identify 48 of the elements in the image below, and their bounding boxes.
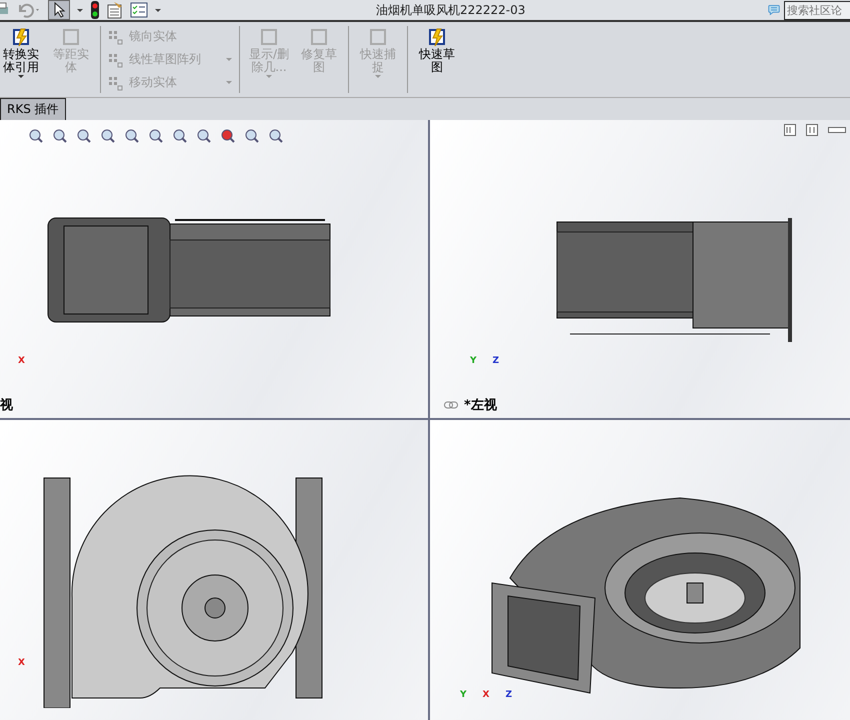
link-icon [444, 401, 458, 409]
axis-label: X [18, 356, 25, 366]
tool-icon [367, 26, 389, 48]
tool-icon [60, 26, 82, 48]
select-button[interactable] [48, 0, 70, 20]
axis-label: Z [505, 690, 512, 700]
maximize-view-icon[interactable] [806, 124, 818, 136]
tool-icon [258, 26, 280, 48]
axis-label: Y [460, 690, 467, 700]
caret-icon [225, 56, 233, 62]
view-tool-icon[interactable] [220, 128, 236, 144]
view-label: *左视 [464, 397, 497, 414]
tool-icon [107, 74, 123, 90]
view-tool-icon[interactable] [124, 128, 140, 144]
axis-label: Y [470, 356, 477, 366]
view-tool-icon[interactable] [244, 128, 260, 144]
caret-icon [374, 74, 382, 80]
tool-icon [426, 26, 448, 48]
view-tool-icon[interactable] [148, 128, 164, 144]
tool-icon [10, 26, 32, 48]
tool-icon [107, 52, 123, 68]
clipboard-icon[interactable] [106, 1, 124, 19]
ribbon-tool-button[interactable]: 转换实体引用 [0, 26, 44, 93]
view-tool-icon[interactable] [76, 128, 92, 144]
view-tool-icon[interactable] [52, 128, 68, 144]
checklist-icon[interactable] [130, 1, 148, 19]
view-tool-icon[interactable] [172, 128, 188, 144]
axis-label: Z [492, 356, 500, 366]
tool-icon [107, 28, 123, 44]
caret-icon [17, 74, 25, 80]
search-field[interactable]: 搜索社区论 [784, 0, 850, 20]
caret-icon [265, 74, 273, 80]
tool-icon [308, 26, 330, 48]
plugin-tab[interactable]: RKS 插件 [0, 98, 66, 121]
ribbon-tool-button[interactable]: 快速草图 [414, 26, 460, 93]
view-tool-icon[interactable] [100, 128, 116, 144]
view-tool-icon[interactable] [268, 128, 284, 144]
traffic-light-icon[interactable] [90, 1, 100, 19]
minimize-view-icon[interactable] [828, 126, 846, 134]
window-title: 油烟机单吸风机222222-03 [376, 2, 526, 18]
split-view-icon[interactable] [784, 124, 796, 136]
view-tool-icon[interactable] [28, 128, 44, 144]
speech-bubble-icon [768, 3, 780, 17]
view-tool-icon[interactable] [196, 128, 212, 144]
axis-label: X [482, 690, 490, 700]
caret-icon [225, 80, 233, 86]
view-label: 视 [0, 397, 13, 414]
axis-label: X [18, 658, 25, 668]
